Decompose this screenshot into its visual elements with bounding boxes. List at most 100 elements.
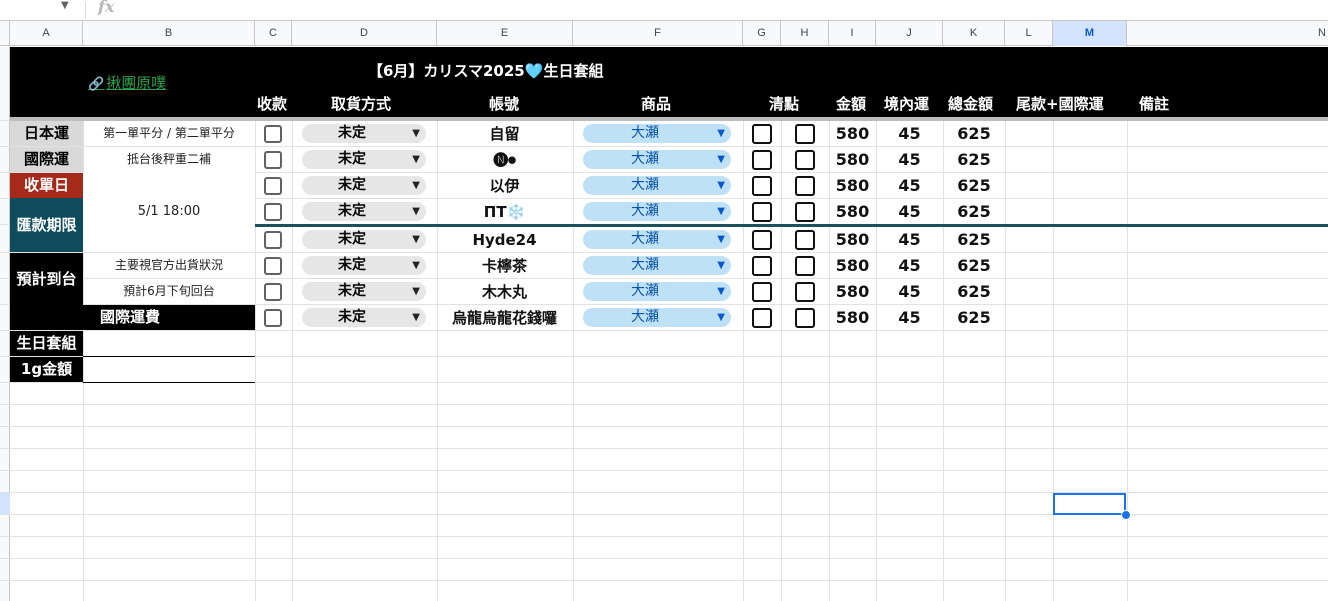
payment-checkbox[interactable]: [264, 256, 282, 275]
delivery-dropdown[interactable]: 未定 ▼: [302, 176, 426, 195]
group-link-text[interactable]: 揪團原噗: [106, 74, 166, 92]
dropdown-arrow-icon: ▼: [412, 180, 420, 191]
column-header-n[interactable]: N: [1127, 21, 1328, 46]
dropdown-arrow-icon: ▼: [717, 154, 725, 165]
heart-icon: 🩵: [524, 62, 544, 80]
amount-cell: 580: [835, 229, 870, 249]
check-checkbox-h[interactable]: [795, 201, 815, 222]
column-header-j[interactable]: J: [876, 21, 943, 46]
label-intl-shipping: 國際運: [10, 147, 83, 172]
total-cell: 625: [957, 255, 991, 275]
product-dropdown[interactable]: 大瀬 ▼: [583, 150, 731, 169]
check-checkbox-h[interactable]: [795, 307, 815, 328]
fill-handle[interactable]: [1121, 510, 1131, 520]
header-amount: 金額: [836, 95, 867, 113]
total-cell: 625: [957, 201, 991, 221]
column-header-d[interactable]: D: [292, 21, 437, 46]
account-cell: Hyde24: [472, 230, 537, 249]
amount-cell: 580: [835, 201, 870, 221]
label-arrival: 預計到台: [10, 253, 83, 305]
delivery-dropdown[interactable]: 未定 ▼: [302, 150, 426, 169]
product-dropdown[interactable]: 大瀬 ▼: [583, 176, 731, 195]
product-dropdown[interactable]: 大瀬 ▼: [583, 308, 731, 327]
selected-cell[interactable]: [1053, 493, 1126, 515]
payment-checkbox[interactable]: [264, 308, 282, 327]
total-cell: 625: [957, 175, 991, 195]
product-dropdown[interactable]: 大瀬 ▼: [583, 230, 731, 249]
check-checkbox-h[interactable]: [795, 149, 815, 170]
column-header-m[interactable]: M: [1053, 21, 1127, 46]
column-header-h[interactable]: H: [781, 21, 829, 46]
name-box-dropdown-icon[interactable]: ▼: [61, 0, 69, 11]
payment-checkbox[interactable]: [264, 202, 282, 221]
payment-checkbox[interactable]: [264, 176, 282, 195]
dropdown-arrow-icon: ▼: [412, 234, 420, 245]
total-cell: 625: [957, 149, 991, 169]
total-cell: 625: [957, 307, 991, 327]
check-checkbox-g[interactable]: [752, 123, 772, 144]
account-cell: 木木丸: [481, 282, 527, 301]
column-header-c[interactable]: C: [255, 21, 292, 46]
header-delivery: 取貨方式: [331, 95, 392, 113]
check-checkbox-g[interactable]: [752, 307, 772, 328]
check-checkbox-h[interactable]: [795, 229, 815, 250]
select-all-corner[interactable]: [0, 21, 10, 46]
account-cell: 🅝⏺: [493, 150, 516, 169]
delivery-dropdown-value: 未定: [338, 125, 366, 141]
column-header-i[interactable]: I: [829, 21, 876, 46]
delivery-dropdown[interactable]: 未定 ▼: [302, 308, 426, 327]
product-dropdown[interactable]: 大瀬 ▼: [583, 124, 731, 143]
domestic-cell: 45: [898, 149, 921, 169]
check-checkbox-g[interactable]: [752, 229, 772, 250]
payment-checkbox[interactable]: [264, 230, 282, 249]
column-header-e[interactable]: E: [437, 21, 573, 46]
payment-checkbox[interactable]: [264, 150, 282, 169]
check-checkbox-h[interactable]: [795, 255, 815, 276]
check-checkbox-g[interactable]: [752, 175, 772, 196]
product-dropdown[interactable]: 大瀬 ▼: [583, 256, 731, 275]
group-link[interactable]: 🔗 揪團原噗: [88, 72, 166, 93]
column-header-l[interactable]: L: [1005, 21, 1053, 46]
product-dropdown-value: 大瀬: [631, 283, 659, 299]
header-account: 帳號: [489, 95, 520, 113]
payment-checkbox[interactable]: [264, 282, 282, 301]
check-checkbox-h[interactable]: [795, 123, 815, 144]
delivery-dropdown[interactable]: 未定 ▼: [302, 256, 426, 275]
amount-cell: 580: [835, 281, 870, 301]
delivery-dropdown[interactable]: 未定 ▼: [302, 202, 426, 221]
product-dropdown[interactable]: 大瀬 ▼: [583, 282, 731, 301]
dropdown-arrow-icon: ▼: [412, 206, 420, 217]
check-checkbox-g[interactable]: [752, 149, 772, 170]
delivery-dropdown[interactable]: 未定 ▼: [302, 282, 426, 301]
domestic-cell: 45: [898, 229, 921, 249]
note-arrival-1: 主要視官方出貨狀況: [114, 258, 223, 272]
product-dropdown-value: 大瀬: [631, 257, 659, 273]
product-dropdown-value: 大瀬: [631, 231, 659, 247]
delivery-dropdown[interactable]: 未定 ▼: [302, 230, 426, 249]
dropdown-arrow-icon: ▼: [717, 312, 725, 323]
domestic-cell: 45: [898, 123, 921, 143]
amount-cell: 580: [835, 123, 870, 143]
column-header-g[interactable]: G: [743, 21, 781, 46]
account-cell: 自留: [489, 124, 520, 143]
column-header-a[interactable]: A: [10, 21, 83, 46]
check-checkbox-g[interactable]: [752, 281, 772, 302]
product-dropdown[interactable]: 大瀬 ▼: [583, 202, 731, 221]
label-per-gram: 1g金額: [10, 357, 83, 382]
header-product: 商品: [641, 95, 672, 113]
column-header-b[interactable]: B: [83, 21, 255, 46]
check-checkbox-g[interactable]: [752, 255, 772, 276]
check-checkbox-h[interactable]: [795, 281, 815, 302]
column-header-bar: A B C D E F G H I J K L M N: [0, 21, 1328, 46]
label-order-close: 收單日: [10, 173, 83, 198]
formula-separator: [85, 2, 86, 18]
check-checkbox-g[interactable]: [752, 201, 772, 222]
domestic-cell: 45: [898, 201, 921, 221]
column-header-f[interactable]: F: [573, 21, 743, 46]
payment-checkbox[interactable]: [264, 124, 282, 143]
domestic-cell: 45: [898, 255, 921, 275]
column-header-k[interactable]: K: [943, 21, 1005, 46]
row-header-strip[interactable]: [0, 46, 10, 601]
check-checkbox-h[interactable]: [795, 175, 815, 196]
delivery-dropdown[interactable]: 未定 ▼: [302, 124, 426, 143]
